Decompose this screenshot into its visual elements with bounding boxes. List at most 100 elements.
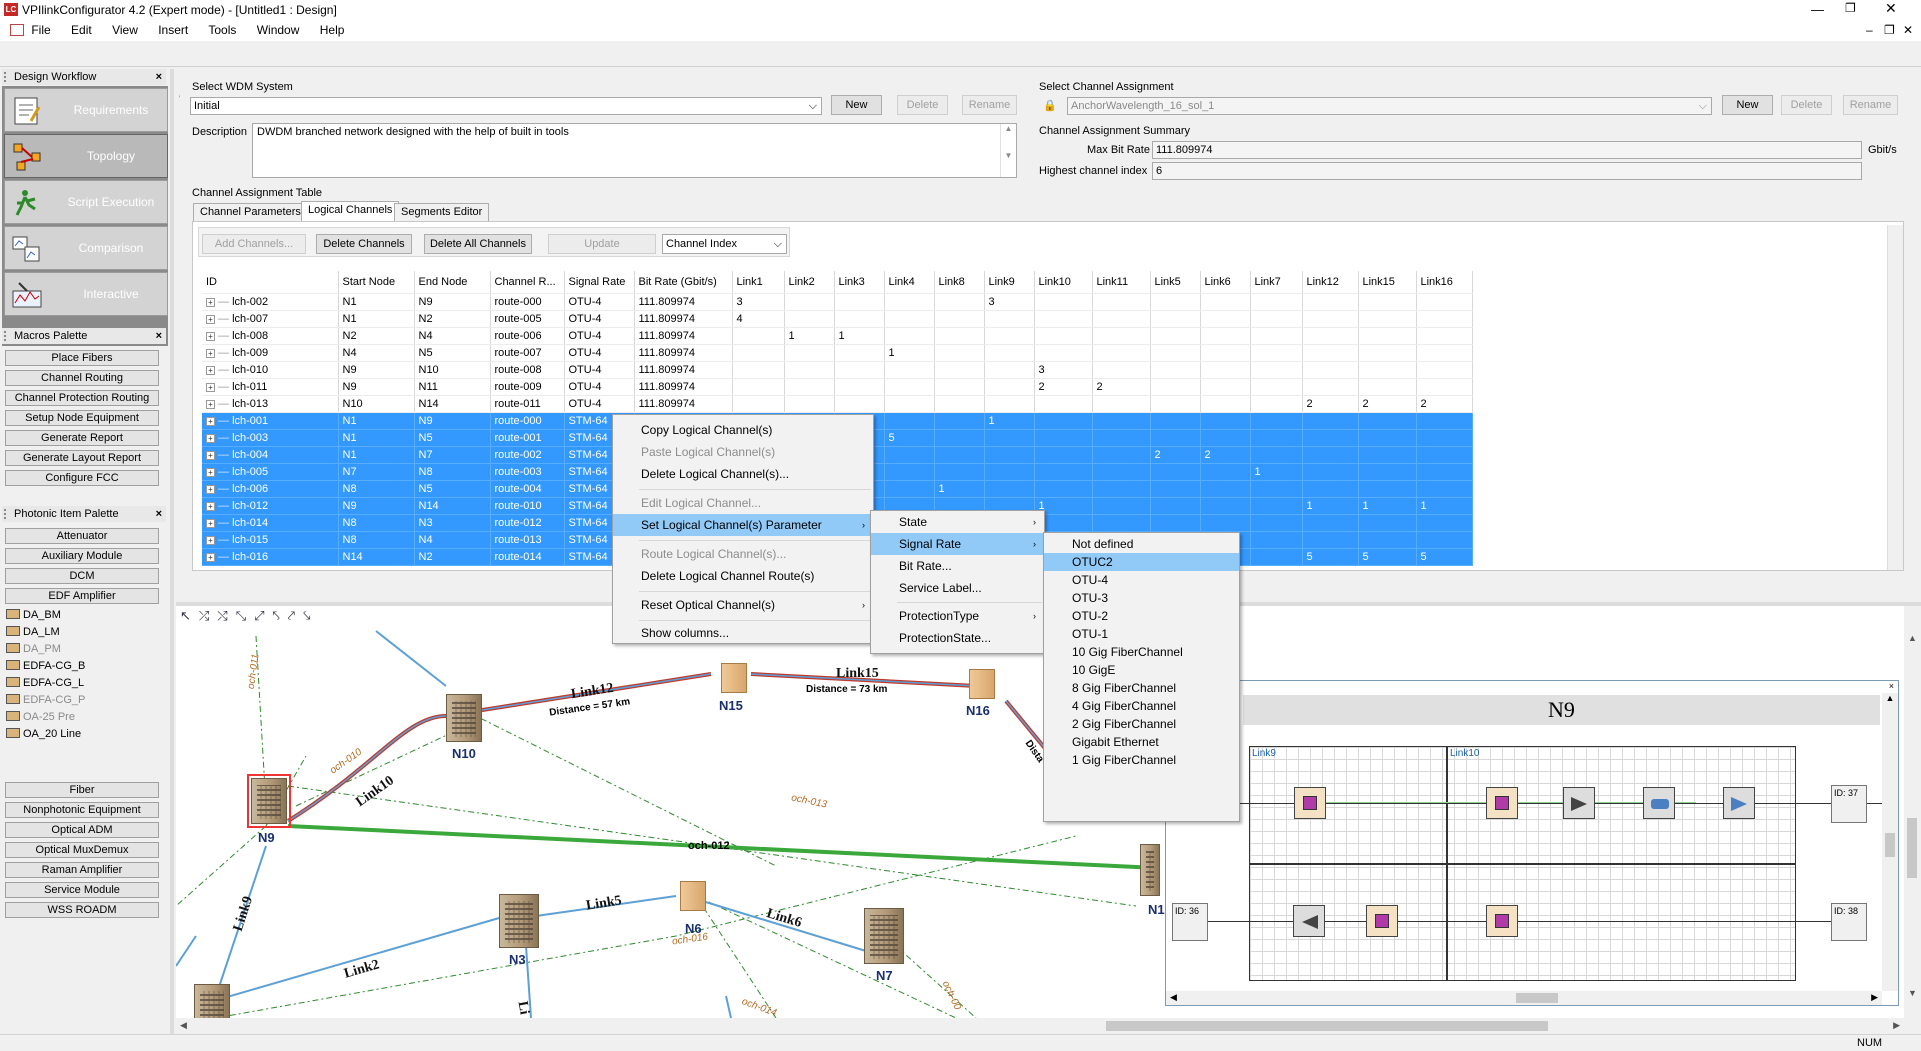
amp-edfa-cg-b[interactable]: EDFA-CG_B — [6, 660, 85, 672]
delete-all-channels-button[interactable]: Delete All Channels — [424, 234, 532, 254]
roadm-icon[interactable] — [1486, 787, 1518, 819]
menu-help[interactable]: Help — [320, 23, 345, 37]
workflow-interactive[interactable]: Interactive — [4, 272, 168, 316]
description-field[interactable]: DWDM branched network designed with the … — [252, 123, 1017, 178]
signal-rate-option[interactable]: OTU-1 — [1044, 625, 1239, 643]
roadm-icon[interactable] — [1294, 787, 1326, 819]
menu-edit[interactable]: Edit — [71, 23, 92, 37]
column-header[interactable]: Link3 — [834, 271, 885, 294]
expand-icon[interactable]: + — [206, 484, 215, 494]
column-header[interactable]: Channel R... — [490, 271, 565, 294]
macro-generate-layout[interactable]: Generate Layout Report — [5, 450, 159, 466]
menu-paste-logical-channel[interactable]: Paste Logical Channel(s) — [613, 441, 873, 463]
signal-rate-option[interactable]: OTU-3 — [1044, 589, 1239, 607]
menu-insert[interactable]: Insert — [158, 23, 188, 37]
macro-generate-report[interactable]: Generate Report — [5, 430, 159, 446]
amplifier-icon[interactable] — [1563, 787, 1595, 819]
signal-rate-option[interactable]: 1 Gig FiberChannel — [1044, 751, 1239, 769]
minimize-button[interactable]: — — [1811, 2, 1831, 17]
signal-rate-option[interactable]: 2 Gig FiberChannel — [1044, 715, 1239, 733]
signal-rate-option[interactable]: Not defined — [1044, 535, 1239, 553]
update-button[interactable]: Update — [548, 234, 656, 254]
signal-rate-option[interactable]: 10 Gig FiberChannel — [1044, 643, 1239, 661]
macro-setup-node[interactable]: Setup Node Equipment — [5, 410, 159, 426]
signal-rate-option[interactable]: 10 GigE — [1044, 661, 1239, 679]
n9-vscrollbar[interactable]: ▲ — [1882, 693, 1898, 991]
wdm-delete-button[interactable]: Delete — [897, 95, 948, 115]
ca-new-button[interactable]: New — [1722, 95, 1773, 115]
palette-raman[interactable]: Raman Amplifier — [5, 862, 159, 878]
close-window-button[interactable]: ✕ — [1885, 0, 1897, 17]
add-channels-button[interactable]: Add Channels... — [202, 234, 306, 254]
ca-delete-button[interactable]: Delete — [1781, 95, 1832, 115]
column-header[interactable]: Link1 — [732, 271, 785, 294]
menu-show-columns[interactable]: Show columns... — [613, 622, 873, 644]
menu-set-parameter[interactable]: Set Logical Channel(s) Parameter › — [613, 514, 873, 536]
tab-logical-channels[interactable]: Logical Channels — [301, 201, 400, 221]
amp-da-bm[interactable]: DA_BM — [6, 609, 61, 621]
macro-configure-fcc[interactable]: Configure FCC — [5, 470, 159, 486]
table-row[interactable]: + — lch-002 N1 N9 route-000 OTU-4 111.809974 3 3 — [202, 293, 1473, 311]
submenu-signal-rate[interactable]: Signal Rate › — [871, 533, 1044, 555]
column-header[interactable]: Bit Rate (Gbit/s) — [634, 271, 733, 294]
column-header[interactable]: Link6 — [1200, 271, 1251, 294]
submenu-protection-type[interactable]: ProtectionType › — [871, 605, 1044, 627]
submenu-service-label[interactable]: Service Label... — [871, 577, 1044, 599]
submenu-state[interactable]: State › — [871, 511, 1044, 533]
workflow-script-execution[interactable]: Script Execution — [4, 180, 168, 224]
column-header[interactable]: Link9 — [984, 271, 1035, 294]
n9-detail-window[interactable]: × N9 Link9 Link10 ID: 37 ID: 36 ID: 38 ◀… — [1165, 680, 1899, 1006]
signal-rate-option[interactable]: OTU-4 — [1044, 571, 1239, 589]
amp-da-lm[interactable]: DA_LM — [6, 626, 60, 638]
submenu-protection-state[interactable]: ProtectionState... — [871, 627, 1044, 649]
workflow-topology[interactable]: Topology — [4, 134, 168, 178]
macro-place-fibers[interactable]: Place Fibers — [5, 350, 159, 366]
node-n9-icon[interactable] — [251, 778, 287, 824]
column-header[interactable]: Link15 — [1358, 271, 1417, 294]
table-row[interactable]: + — lch-008 N2 N4 route-006 OTU-4 111.809974 1 1 — [202, 327, 1473, 345]
macro-channel-routing[interactable]: Channel Routing — [5, 370, 159, 386]
transponder-icon[interactable] — [1643, 787, 1675, 819]
expand-icon[interactable]: + — [206, 535, 215, 545]
signal-rate-option[interactable]: 4 Gig FiberChannel — [1044, 697, 1239, 715]
amp-oa-20-line[interactable]: OA_20 Line — [6, 728, 81, 740]
amp-edfa-cg-p[interactable]: EDFA-CG_P — [6, 694, 85, 706]
signal-rate-option[interactable]: OTUC2 — [1044, 553, 1239, 571]
close-icon[interactable]: × — [1889, 681, 1894, 691]
close-icon[interactable]: × — [156, 69, 162, 85]
menu-route-logical-channel[interactable]: Route Logical Channel(s)... — [613, 543, 873, 565]
node-n6-icon[interactable] — [680, 881, 706, 911]
submenu-bit-rate[interactable]: Bit Rate... — [871, 555, 1044, 577]
palette-fiber[interactable]: Fiber — [5, 782, 159, 798]
node-n3-icon[interactable] — [499, 894, 539, 948]
palette-attenuator[interactable]: Attenuator — [5, 528, 159, 544]
expand-icon[interactable]: + — [206, 365, 215, 375]
expand-icon[interactable]: + — [206, 331, 215, 341]
node-n15-icon[interactable] — [721, 663, 747, 693]
mdi-close-button[interactable]: ✕ — [1903, 20, 1913, 41]
column-header[interactable]: Link7 — [1250, 271, 1303, 294]
amplifier-icon[interactable] — [1293, 905, 1325, 937]
column-header[interactable]: Link4 — [884, 271, 935, 294]
expand-icon[interactable]: + — [206, 433, 215, 443]
description-scrollbar[interactable]: ▲ ▼ — [1000, 124, 1016, 177]
palette-optical-muxdemux[interactable]: Optical MuxDemux — [5, 842, 159, 858]
delete-channels-button[interactable]: Delete Channels — [316, 234, 412, 254]
roadm-icon[interactable] — [1366, 905, 1398, 937]
expand-icon[interactable]: + — [206, 399, 215, 409]
expand-icon[interactable]: + — [206, 297, 215, 307]
n9-port-36[interactable]: ID: 36 — [1172, 903, 1208, 941]
expand-icon[interactable]: + — [206, 501, 215, 511]
roadm-icon[interactable] — [1486, 905, 1518, 937]
menu-file[interactable]: File — [31, 23, 50, 37]
tab-channel-parameters[interactable]: Channel Parameters — [193, 203, 308, 221]
expand-icon[interactable]: + — [206, 314, 215, 324]
sort-select[interactable]: Channel Index ⌵ — [662, 234, 787, 254]
table-vscrollbar[interactable] — [1887, 225, 1903, 570]
signal-rate-option[interactable]: Gigabit Ethernet — [1044, 733, 1239, 751]
node-n1-icon[interactable] — [1140, 844, 1160, 896]
n9-hscrollbar[interactable]: ◀ ▶ — [1166, 991, 1882, 1005]
wdm-new-button[interactable]: New — [831, 95, 882, 115]
ca-select[interactable]: AnchorWavelength_16_sol_1 ⌵ — [1067, 97, 1712, 115]
menu-copy-logical-channel[interactable]: Copy Logical Channel(s) — [613, 419, 873, 441]
